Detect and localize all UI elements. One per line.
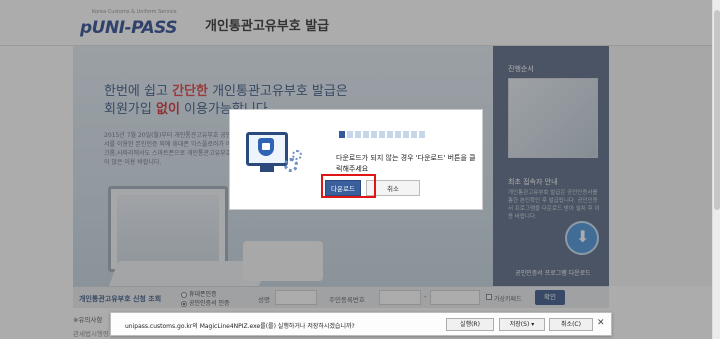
- run-button[interactable]: 실행(R): [446, 318, 494, 331]
- security-monitor-icon: [246, 132, 302, 176]
- progress-segment: [387, 131, 393, 138]
- browser-download-bar: unipass.customs.go.kr의 MagicLine4NPIZ.ex…: [110, 312, 612, 336]
- progress-segment: [411, 131, 417, 138]
- progress-segment: [395, 131, 401, 138]
- download-prompt-text: unipass.customs.go.kr의 MagicLine4NPIZ.ex…: [125, 323, 355, 330]
- cancel-button[interactable]: 취소(C): [549, 318, 593, 331]
- progress-segment: [355, 131, 361, 138]
- highlight-box: [321, 174, 376, 198]
- progress-segment: [419, 131, 425, 138]
- gear-small-icon: [292, 150, 302, 160]
- progress-segment: [363, 131, 369, 138]
- progress-segment: [379, 131, 385, 138]
- scrollbar-thumb[interactable]: [714, 10, 720, 210]
- gear-icon: [284, 158, 298, 172]
- progress-segment: [347, 131, 353, 138]
- install-progress-bar: [339, 131, 427, 138]
- close-icon[interactable]: ✕: [597, 318, 605, 328]
- modal-message: 다운로드가 되지 않는 경우 '다운로드' 버튼을 클릭해주세요: [336, 154, 476, 173]
- lock-icon: [262, 143, 270, 150]
- progress-segment: [403, 131, 409, 138]
- page-scrollbar[interactable]: [712, 0, 720, 339]
- save-button[interactable]: 저장(S) ▾: [499, 318, 545, 331]
- progress-segment: [371, 131, 377, 138]
- progress-segment: [339, 131, 345, 138]
